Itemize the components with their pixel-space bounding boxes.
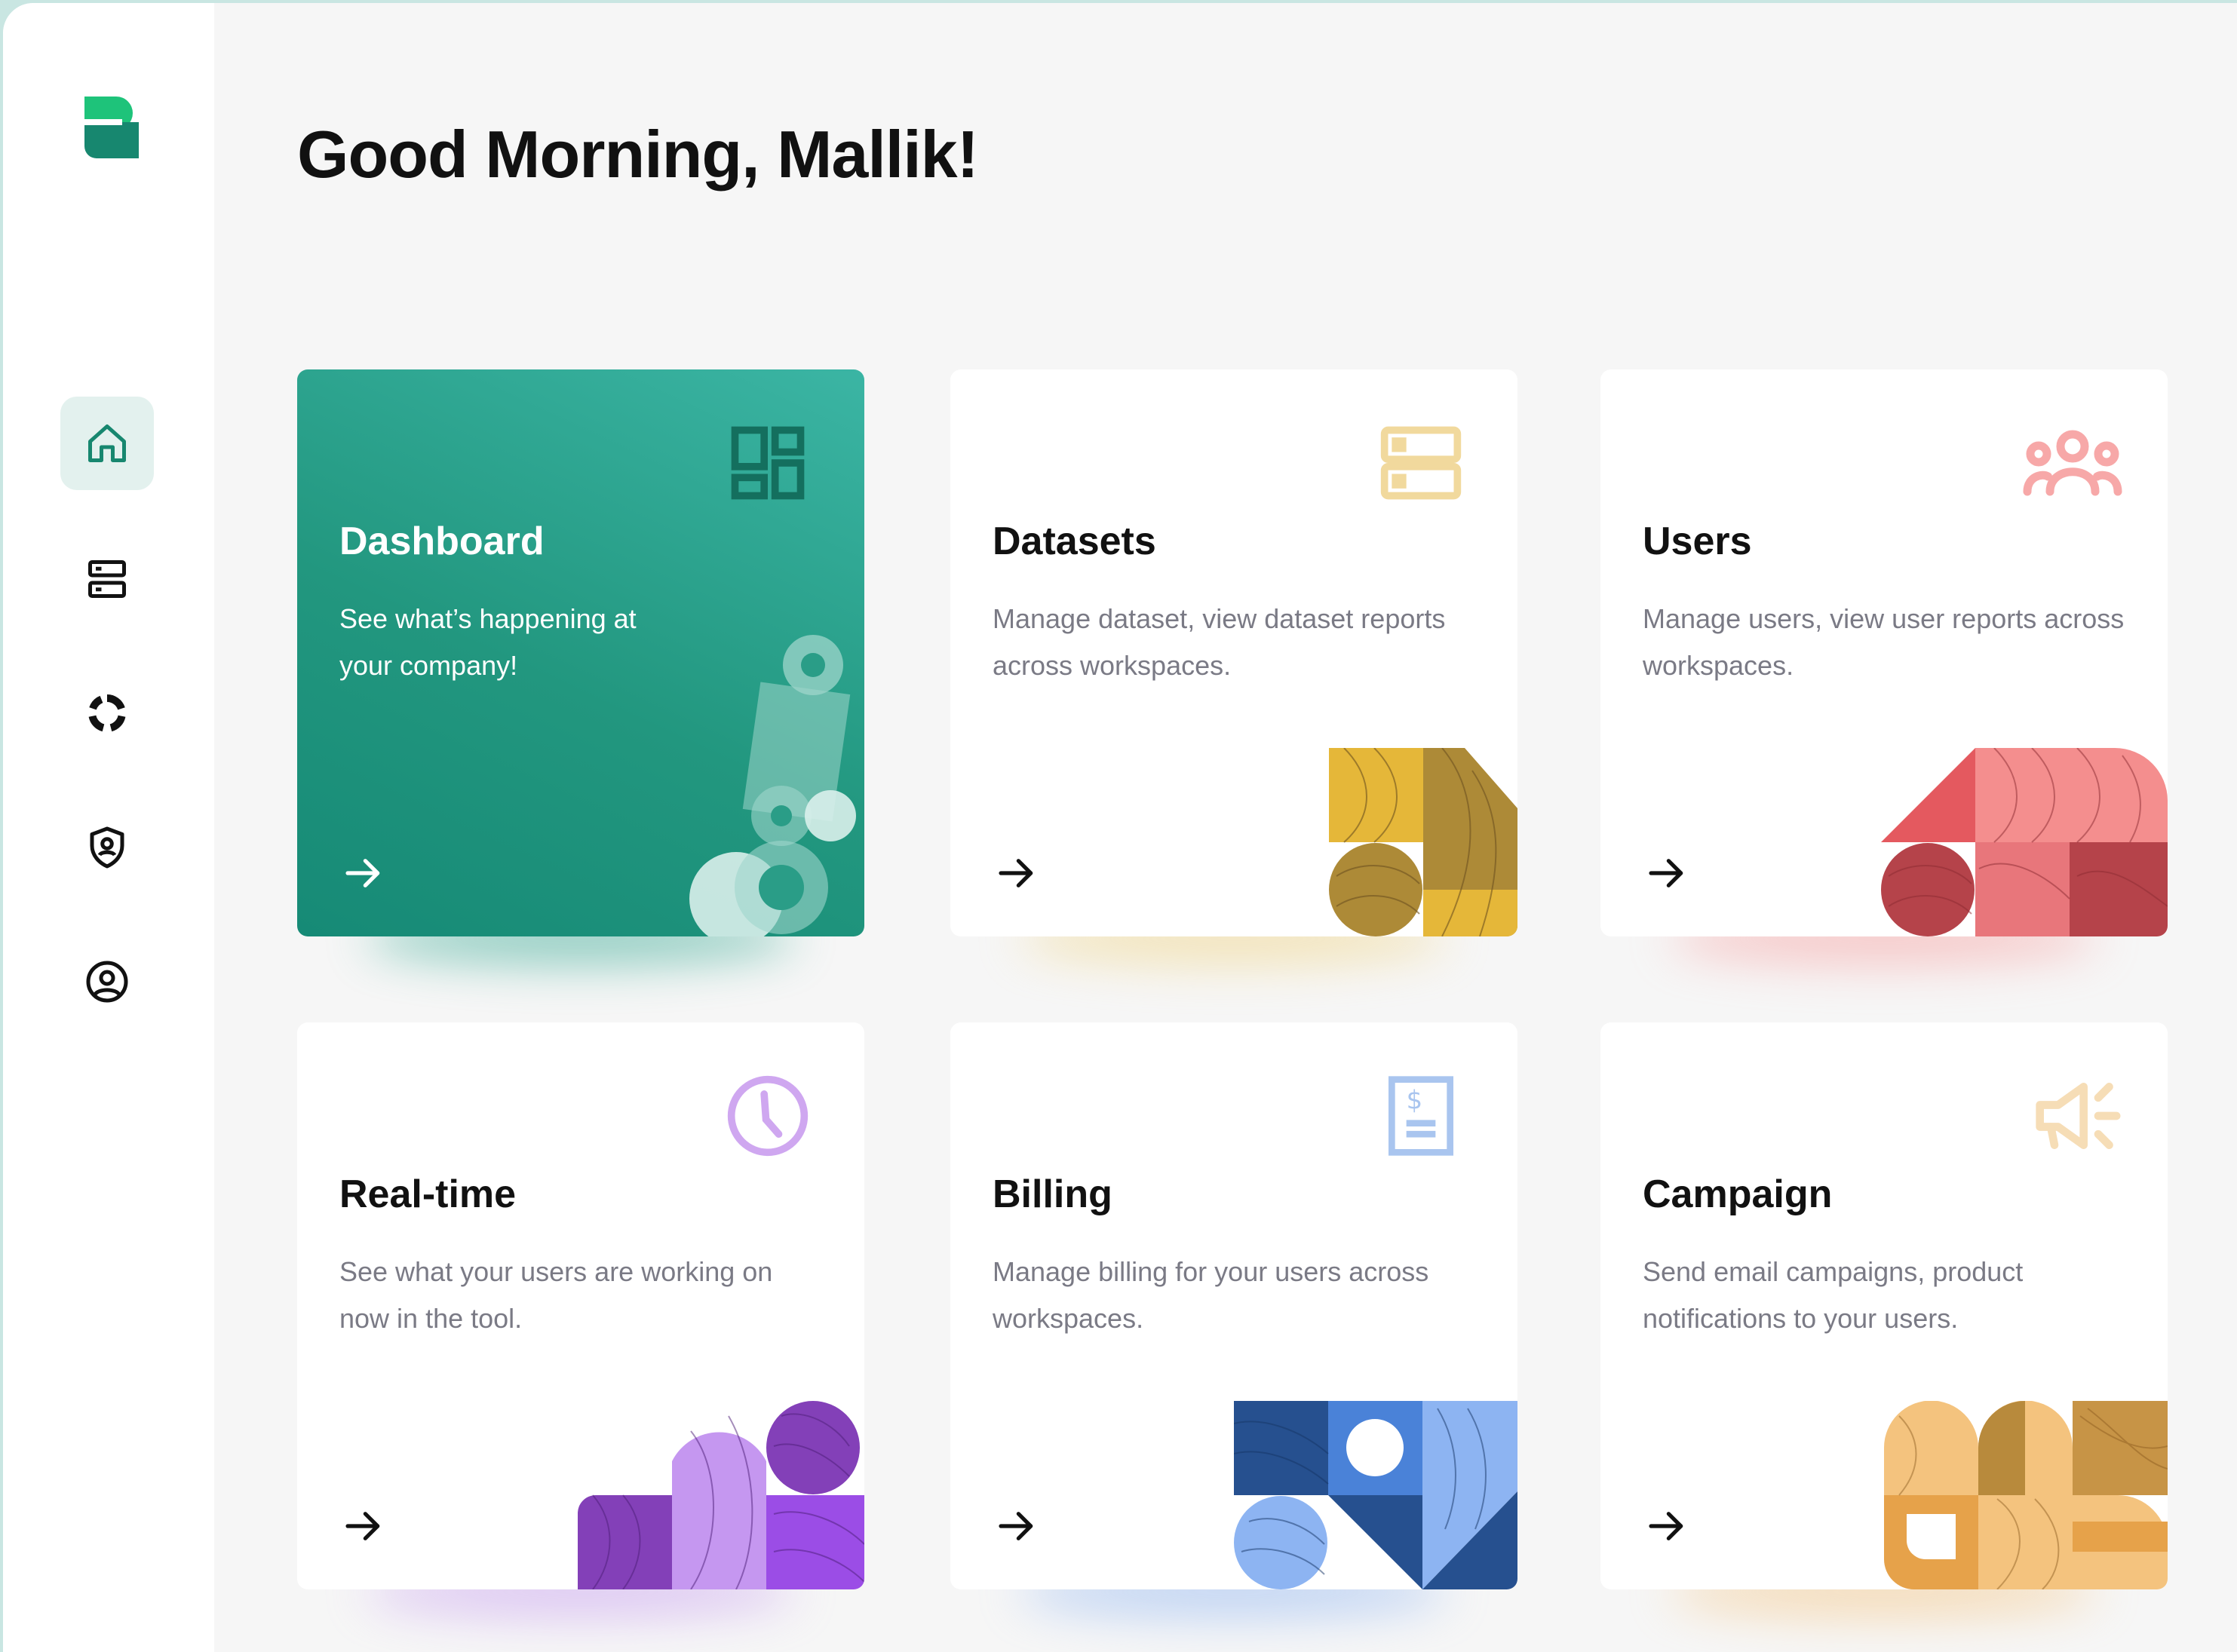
card-title: Users <box>1643 520 1752 563</box>
card-datasets[interactable]: Datasets Manage dataset, view dataset re… <box>950 369 1517 936</box>
card-campaign[interactable]: Campaign Send email campaigns, product n… <box>1600 1022 2168 1589</box>
sidebar-item-profile[interactable] <box>60 935 154 1028</box>
shield-icon <box>90 826 124 869</box>
app-window: Good Morning, Mallik! Dashboard See what… <box>3 3 2237 1652</box>
dashboard-grid-icon <box>731 426 805 500</box>
card-title: Real-time <box>339 1172 517 1216</box>
page-title: Good Morning, Mallik! <box>297 117 979 192</box>
user-circle-icon <box>86 961 128 1003</box>
decorative-shapes <box>1881 748 2168 936</box>
card-realtime[interactable]: Real-time See what your users are workin… <box>297 1022 864 1589</box>
decorative-shapes <box>689 635 856 936</box>
arrow-right-icon[interactable] <box>342 852 385 894</box>
card-billing[interactable]: $ Billing Manage billing for your users … <box>950 1022 1517 1589</box>
decorative-shapes <box>1329 748 1517 936</box>
svg-text:$: $ <box>1407 1085 1423 1114</box>
invoice-icon: $ <box>1388 1076 1454 1156</box>
clock-icon <box>727 1075 809 1157</box>
card-dashboard[interactable]: Dashboard See what’s happening at your c… <box>297 369 864 936</box>
arrow-right-icon[interactable] <box>996 1505 1038 1547</box>
card-description: See what’s happening at your company! <box>339 603 637 681</box>
card-description: Manage users, view user reports across w… <box>1643 603 2125 681</box>
card-description: Manage dataset, view dataset reports acr… <box>993 603 1446 681</box>
sidebar <box>3 3 214 1652</box>
sidebar-item-datasets[interactable] <box>60 532 154 626</box>
analytics-icon <box>88 694 126 732</box>
card-title: Datasets <box>993 520 1156 563</box>
card-title: Dashboard <box>339 520 545 563</box>
card-title: Billing <box>993 1172 1112 1216</box>
card-description: Send email campaigns, product notificati… <box>1643 1256 2024 1334</box>
users-group-icon <box>2023 430 2122 496</box>
arrow-right-icon[interactable] <box>1646 1505 1688 1547</box>
server-icon <box>1380 426 1462 500</box>
decorative-shapes <box>1884 1401 2168 1589</box>
card-description: See what your users are working on now i… <box>339 1256 773 1334</box>
sidebar-item-analytics[interactable] <box>60 667 154 760</box>
megaphone-icon <box>2036 1083 2121 1149</box>
sidebar-item-home[interactable] <box>60 397 154 490</box>
datasets-icon <box>88 560 126 598</box>
card-description: Manage billing for your users across wor… <box>993 1256 1429 1334</box>
home-icon <box>88 424 126 462</box>
decorative-shapes <box>1234 1401 1517 1589</box>
sidebar-item-security[interactable] <box>60 801 154 894</box>
card-title: Campaign <box>1643 1172 1833 1216</box>
decorative-shapes <box>578 1401 864 1589</box>
arrow-right-icon[interactable] <box>1646 852 1688 894</box>
arrow-right-icon[interactable] <box>342 1505 385 1547</box>
arrow-right-icon[interactable] <box>996 852 1038 894</box>
brand-logo-icon[interactable] <box>81 93 142 161</box>
card-users[interactable]: Users Manage users, view user reports ac… <box>1600 369 2168 936</box>
